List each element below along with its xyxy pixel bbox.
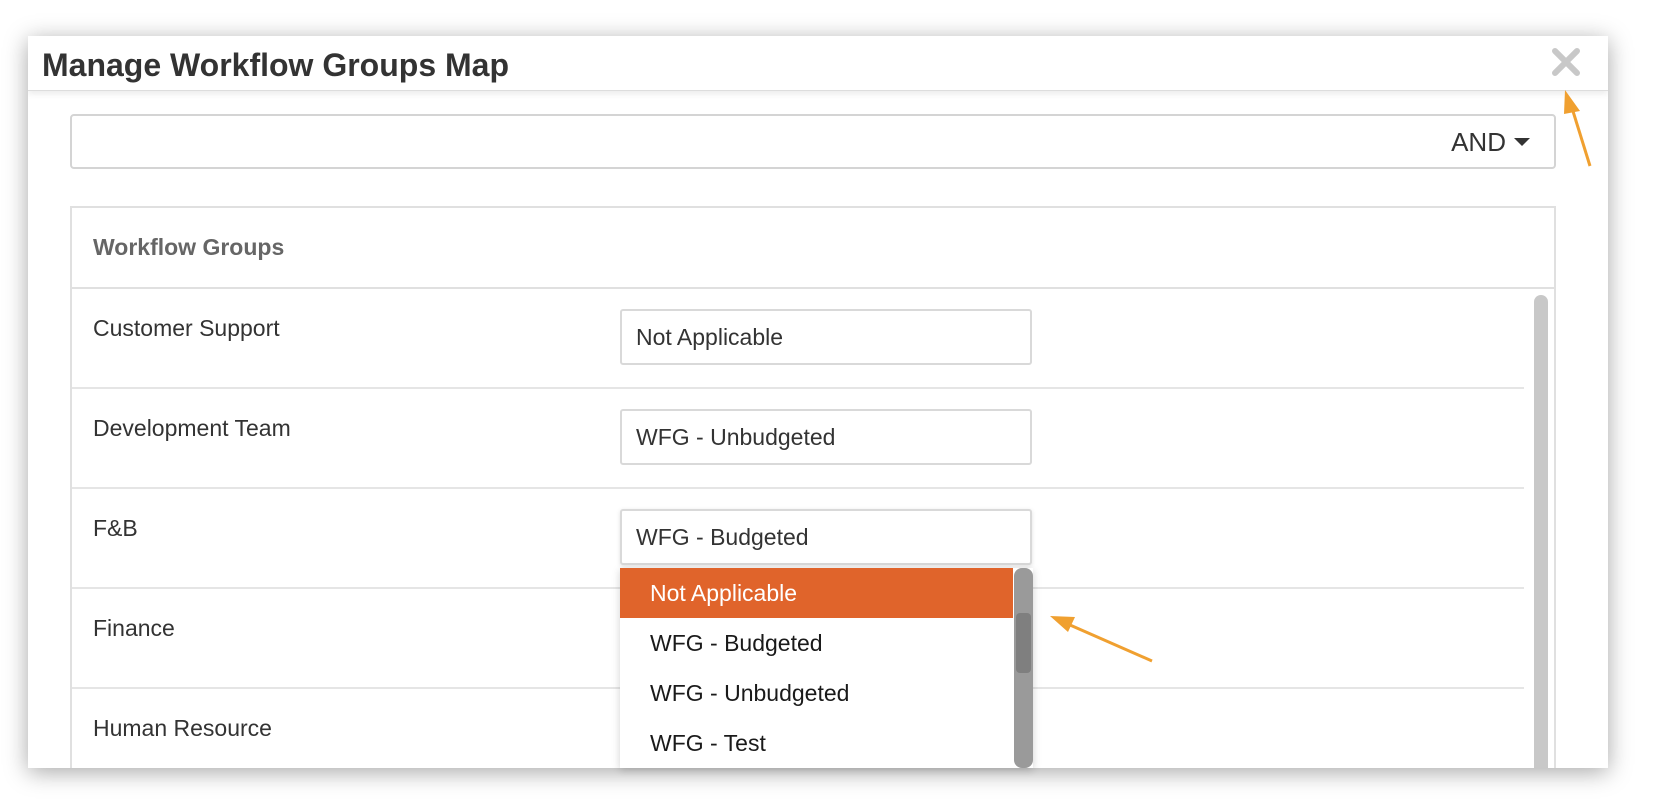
- dialog-header: Manage Workflow Groups Map: [28, 36, 1608, 91]
- option-label: Not Applicable: [650, 580, 798, 606]
- caret-down-icon: [1514, 138, 1530, 146]
- select-value: Not Applicable: [636, 324, 784, 350]
- option-label: WFG - Unbudgeted: [650, 680, 850, 706]
- panel-scrollbar-thumb[interactable]: [1534, 295, 1548, 768]
- close-button[interactable]: [1548, 44, 1584, 80]
- operator-value: AND: [1451, 126, 1506, 157]
- operator-dropdown[interactable]: AND: [1451, 126, 1530, 157]
- panel-heading: Workflow Groups: [72, 208, 1554, 289]
- row-label: Human Resource: [93, 715, 272, 741]
- dropdown-option-wfg-unbudgeted[interactable]: WFG - Unbudgeted: [620, 668, 1013, 718]
- panel-scrollbar[interactable]: [1526, 289, 1554, 768]
- close-icon: [1552, 48, 1580, 76]
- row-label: Customer Support: [93, 315, 280, 341]
- dropdown-option-not-applicable[interactable]: Not Applicable: [620, 568, 1013, 618]
- panel-title: Workflow Groups: [93, 234, 285, 260]
- option-label: WFG - Test: [650, 730, 766, 756]
- table-row: Customer Support Not Applicable: [72, 289, 1524, 389]
- table-row: Development Team WFG - Unbudgeted: [72, 389, 1524, 489]
- row-label: Finance: [93, 615, 175, 641]
- dropdown-scrollbar-thumb[interactable]: [1016, 613, 1031, 673]
- option-label: WFG - Budgeted: [650, 630, 823, 656]
- workflow-group-select[interactable]: WFG - Unbudgeted: [620, 409, 1032, 465]
- workflow-group-select[interactable]: Not Applicable: [620, 309, 1032, 365]
- row-label: Development Team: [93, 415, 291, 441]
- row-label: F&B: [93, 515, 138, 541]
- dropdown-scrollbar[interactable]: [1014, 568, 1033, 768]
- workflow-group-options-menu: Not Applicable WFG - Budgeted WFG - Unbu…: [620, 568, 1033, 768]
- select-value: WFG - Unbudgeted: [636, 424, 836, 450]
- workflow-group-select-open[interactable]: WFG - Budgeted: [620, 509, 1032, 565]
- dropdown-option-wfg-test[interactable]: WFG - Test: [620, 718, 1013, 768]
- dialog-title: Manage Workflow Groups Map: [42, 47, 509, 83]
- condition-operator-bar: AND: [70, 114, 1556, 169]
- select-value: WFG - Budgeted: [636, 524, 809, 550]
- dropdown-option-wfg-budgeted[interactable]: WFG - Budgeted: [620, 618, 1013, 668]
